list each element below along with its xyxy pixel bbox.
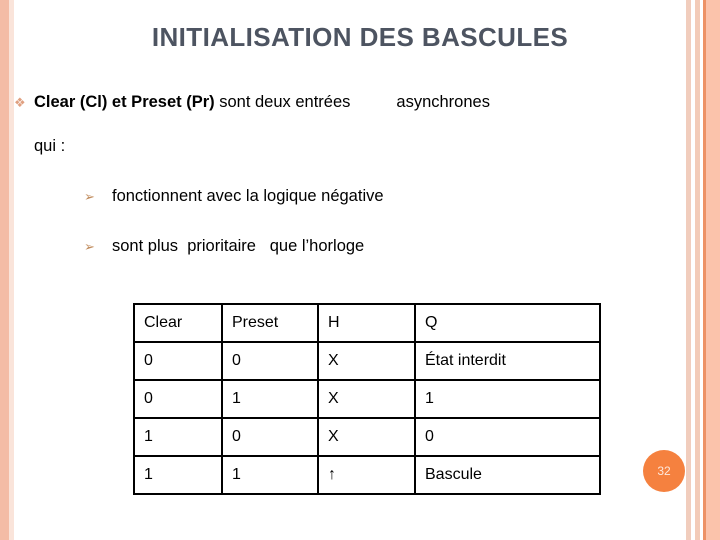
table-header-clear: Clear — [133, 303, 223, 343]
arrow-bullet-icon: ➢ — [84, 239, 95, 254]
table-cell-h-rising-edge-icon: ↑ — [317, 455, 416, 495]
table-row: 1 1 ↑ Bascule — [133, 455, 601, 495]
truth-table: Clear Preset H Q 0 0 X État interdit 0 1… — [133, 303, 601, 495]
arrow-bullet-icon: ➢ — [84, 189, 95, 204]
bullet-level2-row-1: ➢ fonctionnent avec la logique négative — [84, 187, 384, 206]
table-cell-preset: 0 — [221, 341, 319, 381]
page-number-badge: 32 — [643, 450, 685, 492]
bullet-level1-text: Clear (Cl) et Preset (Pr) sont deux entr… — [34, 92, 490, 113]
table-cell-clear: 0 — [133, 341, 223, 381]
diamond-floret-bullet-icon: ❖ — [14, 95, 26, 110]
table-cell-q: 1 — [414, 379, 601, 419]
bullet-level1-row: ❖ Clear (Cl) et Preset (Pr) sont deux en… — [14, 92, 704, 113]
bullet-level1-continuation: qui : — [34, 137, 66, 155]
bullet-level1-rest: sont deux entrées — [219, 93, 351, 111]
table-cell-clear: 1 — [133, 417, 223, 457]
table-cell-h: X — [317, 341, 416, 381]
left-stripe-inner — [9, 0, 14, 540]
table-cell-preset: 1 — [221, 455, 319, 495]
left-stripe-outer — [0, 0, 9, 540]
bullet-level2-row-2: ➢ sont plus prioritaire que l’horloge — [84, 237, 364, 256]
table-row: 0 1 X 1 — [133, 379, 601, 419]
table-header-row: Clear Preset H Q — [133, 303, 601, 343]
bullet-level2-text-2: sont plus prioritaire que l’horloge — [112, 237, 365, 255]
slide-canvas: INITIALISATION DES BASCULES ❖ Clear (Cl)… — [0, 0, 720, 540]
table-cell-q: 0 — [414, 417, 601, 457]
table-cell-h: X — [317, 417, 416, 457]
bullet-level1-trailing: asynchrones — [396, 93, 490, 111]
table-cell-h: X — [317, 379, 416, 419]
bullet-level2-text-1: fonctionnent avec la logique négative — [112, 187, 384, 205]
right-stripe-wide — [706, 0, 720, 540]
table-cell-q: Bascule — [414, 455, 601, 495]
table-row: 1 0 X 0 — [133, 417, 601, 457]
table-cell-clear: 0 — [133, 379, 223, 419]
table-header-q: Q — [414, 303, 601, 343]
table-cell-q: État interdit — [414, 341, 601, 381]
table-cell-preset: 0 — [221, 417, 319, 457]
bullet-level1-bold: Clear (Cl) et Preset (Pr) — [34, 93, 215, 111]
table-header-h: H — [317, 303, 416, 343]
table-header-preset: Preset — [221, 303, 319, 343]
table-cell-preset: 1 — [221, 379, 319, 419]
page-title: INITIALISATION DES BASCULES — [151, 22, 569, 52]
table-row: 0 0 X État interdit — [133, 341, 601, 381]
table-cell-clear: 1 — [133, 455, 223, 495]
